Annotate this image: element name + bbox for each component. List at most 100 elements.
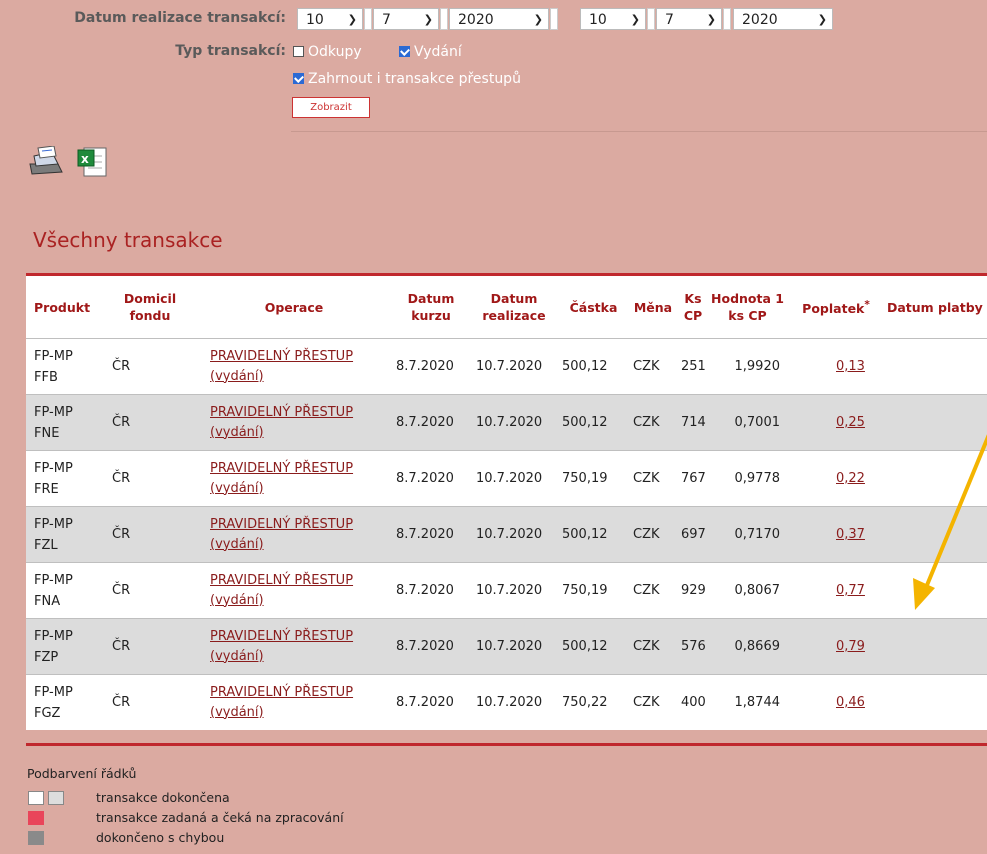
cell-hodnota: 1,9920 [709,338,786,395]
operation-link[interactable]: PRAVIDELNÝ PŘESTUP [210,685,353,700]
chevron-down-icon: ❯ [423,13,433,26]
fee-link[interactable]: 0,77 [836,583,865,598]
operation-sub-link[interactable]: (vydání) [210,649,264,664]
date-from-month-select[interactable]: 7 ❯ [373,8,439,30]
legend-swatch-gray [48,791,64,805]
cell-ks: 714 [677,394,709,451]
date-to-day-value: 10 [589,12,607,28]
cell-datum-platby [886,562,987,619]
checkbox-vydani[interactable]: Vydání [399,43,462,61]
cell-mena: CZK [629,562,677,619]
column-header-poplatek: Poplatek* [786,276,886,339]
date-to-month-select[interactable]: 7 ❯ [656,8,722,30]
legend-label-pending: transakce zadaná a čeká na zpracování [96,810,344,825]
date-from-year-select[interactable]: 2020 ❯ [449,8,549,30]
cell-ks: 400 [677,674,709,730]
operation-link[interactable]: PRAVIDELNÝ PŘESTUP [210,349,353,364]
cell-castka: 500,12 [558,506,629,563]
operation-sub-link[interactable]: (vydání) [210,593,264,608]
cell-ks: 697 [677,506,709,563]
fee-link[interactable]: 0,79 [836,639,865,654]
cell-datum-realizace: 10.7.2020 [470,674,558,730]
operation-link[interactable]: PRAVIDELNÝ PŘESTUP [210,573,353,588]
legend-swatch-pink [28,811,44,825]
cell-hodnota: 1,8744 [709,674,786,730]
legend-swatch-dark-gray [28,831,44,845]
fee-link[interactable]: 0,13 [836,359,865,374]
operation-sub-link[interactable]: (vydání) [210,537,264,552]
operation-link[interactable]: PRAVIDELNÝ PŘESTUP [210,405,353,420]
printer-icon[interactable] [29,145,63,175]
range-dash [550,8,558,30]
date-to-day-select[interactable]: 10 ❯ [580,8,646,30]
cell-produkt: FP-MP FFB [26,338,104,395]
column-header-datum-realizace: Datum realizace [470,276,558,339]
date-range-label: Datum realizace transakcí: [74,10,286,26]
operation-link[interactable]: PRAVIDELNÝ PŘESTUP [210,461,353,476]
cell-poplatek: 0,77 [786,562,886,619]
cell-produkt: FP-MP FZL [26,506,104,563]
poplatek-label: Poplatek [802,301,865,317]
checkbox-prestupy[interactable]: Zahrnout i transakce přestupů [293,70,521,88]
cell-produkt: FP-MP FNE [26,394,104,451]
chevron-down-icon: ❯ [630,13,640,26]
column-header-castka: Částka [558,276,629,339]
fee-link[interactable]: 0,25 [836,415,865,430]
cell-ks: 251 [677,338,709,395]
date-from-day-select[interactable]: 10 ❯ [297,8,363,30]
date-to-year-select[interactable]: 2020 ❯ [733,8,833,30]
cell-domicil: ČR [104,618,196,675]
fee-link[interactable]: 0,37 [836,527,865,542]
legend-title: Podbarvení řádků [27,766,137,781]
cell-produkt: FP-MP FNA [26,562,104,619]
svg-text:x: x [81,152,89,166]
date-from-day-value: 10 [306,12,324,28]
date-to-month-value: 7 [665,12,674,28]
cell-datum-realizace: 10.7.2020 [470,562,558,619]
cell-hodnota: 0,7001 [709,394,786,451]
table-row: FP-MP FGZ ČR PRAVIDELNÝ PŘESTUP (vydání) 8.7… [26,674,987,730]
cell-operace: PRAVIDELNÝ PŘESTUP (vydání) [196,674,392,730]
excel-icon[interactable]: x [77,147,107,177]
operation-sub-link[interactable]: (vydání) [210,705,264,720]
separator [723,8,731,30]
cell-operace: PRAVIDELNÝ PŘESTUP (vydání) [196,394,392,451]
operation-sub-link[interactable]: (vydání) [210,369,264,384]
checkbox-checked-icon[interactable] [399,46,410,57]
cell-datum-kurzu: 8.7.2020 [392,674,470,730]
filter-panel: Datum realizace transakcí: 10 ❯ 7 ❯ 2020 ❯ … [0,0,987,132]
divider [291,131,987,132]
cell-datum-realizace: 10.7.2020 [470,618,558,675]
operation-sub-link[interactable]: (vydání) [210,481,264,496]
fee-link[interactable]: 0,22 [836,471,865,486]
checkbox-vydani-label: Vydání [414,44,462,60]
operation-sub-link[interactable]: (vydání) [210,425,264,440]
checkbox-odkupy[interactable]: Odkupy [293,43,362,61]
export-toolbar: x [28,145,118,184]
table-row: FP-MP FFB ČR PRAVIDELNÝ PŘESTUP (vydání) 8.7… [26,338,987,395]
operation-link[interactable]: PRAVIDELNÝ PŘESTUP [210,517,353,532]
fee-link[interactable]: 0,46 [836,695,865,710]
footnote-mark: * [864,298,870,311]
checkbox-checked-icon[interactable] [293,73,304,84]
operation-link[interactable]: PRAVIDELNÝ PŘESTUP [210,629,353,644]
cell-datum-kurzu: 8.7.2020 [392,562,470,619]
cell-mena: CZK [629,338,677,395]
cell-domicil: ČR [104,450,196,507]
transaction-type-label: Typ transakcí: [175,43,286,59]
checkbox-unchecked-icon[interactable] [293,46,304,57]
cell-datum-platby [886,450,987,507]
cell-datum-platby [886,394,987,451]
cell-ks: 767 [677,450,709,507]
cell-datum-platby [886,674,987,730]
cell-hodnota: 0,7170 [709,506,786,563]
cell-datum-kurzu: 8.7.2020 [392,618,470,675]
cell-domicil: ČR [104,394,196,451]
cell-poplatek: 0,37 [786,506,886,563]
cell-datum-realizace: 10.7.2020 [470,394,558,451]
show-button[interactable]: Zobrazit [292,97,370,118]
chevron-down-icon: ❯ [706,13,716,26]
column-header-operace: Operace [196,276,392,339]
legend-swatch-white [28,791,44,805]
checkbox-odkupy-label: Odkupy [308,44,362,60]
